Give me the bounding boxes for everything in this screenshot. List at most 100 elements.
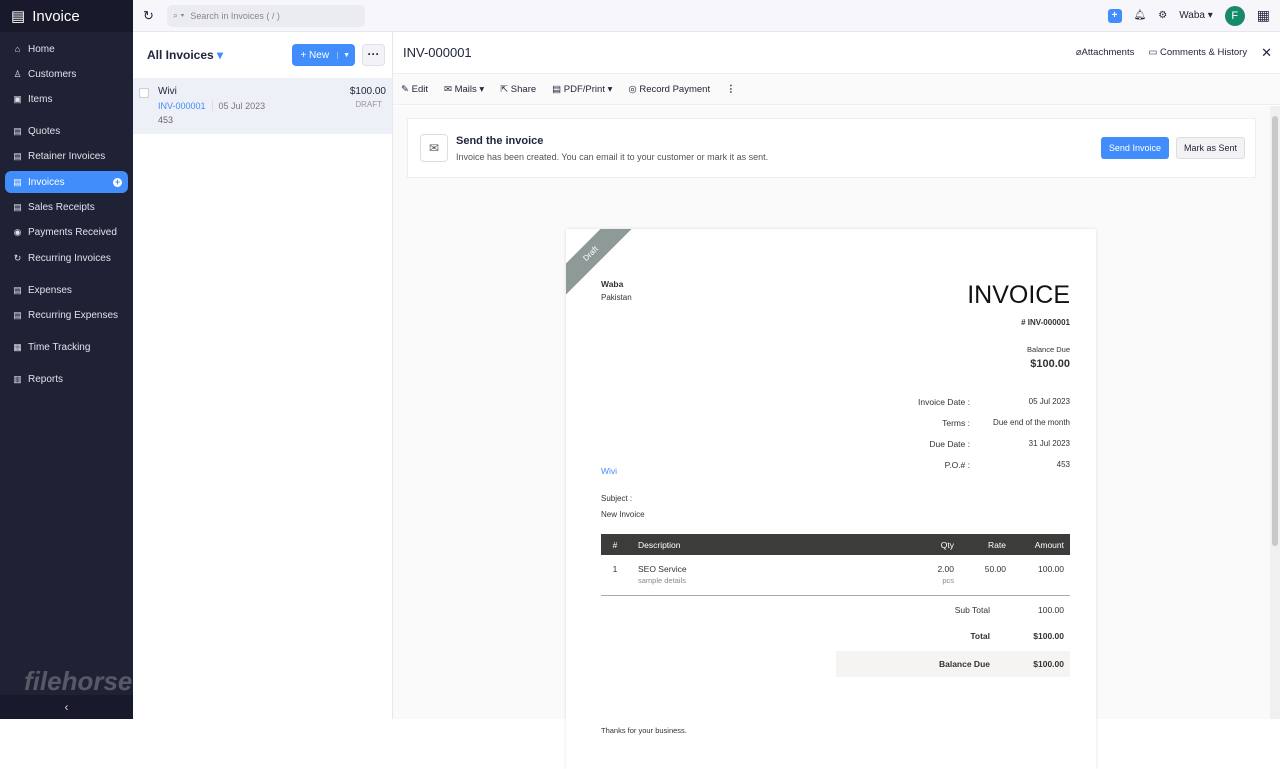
add-invoice-icon[interactable]: +: [113, 177, 122, 187]
sidebar-item-label: Quotes: [28, 126, 61, 138]
sidebar-item-invoices[interactable]: ▤ Invoices +: [5, 171, 128, 194]
quick-create-button[interactable]: +: [1107, 8, 1122, 23]
balance-due-label: Balance Due: [1027, 345, 1070, 354]
list-view-selector[interactable]: All Invoices ▾: [147, 48, 223, 62]
draft-ribbon: Draft: [566, 229, 638, 301]
nav-icon: ▦: [13, 341, 22, 352]
org-country: Pakistan: [601, 293, 632, 302]
sidebar: ▤ Invoice ⌂ Home ♙ Customers ▣ Items ▤ Quotes ▤ Re…: [0, 0, 193, 719]
comments-history-button[interactable]: ▭ Comments & History: [1148, 47, 1247, 58]
meta-value: 31 Jul 2023: [1028, 439, 1070, 448]
meta-label: Invoice Date :: [918, 397, 970, 407]
nav-icon: ▤: [13, 151, 22, 162]
meta-value: 05 Jul 2023: [1028, 397, 1070, 406]
subject-value: New Invoice: [601, 510, 645, 519]
app-brand[interactable]: ▤ Invoice: [0, 0, 133, 32]
mails-button[interactable]: ✉ Mails ▾: [444, 84, 484, 95]
sidebar-item-reports[interactable]: ▥ Reports: [5, 368, 128, 390]
share-button[interactable]: ⇱ Share: [500, 84, 536, 95]
sidebar-item-payments-received[interactable]: ◉ Payments Received: [5, 222, 128, 244]
more-vertical-icon[interactable]: ⋮: [726, 84, 736, 95]
apps-grid-icon[interactable]: ▦: [1257, 7, 1270, 24]
sidebar-item-items[interactable]: ▣ Items: [5, 89, 128, 111]
nav-icon: ▤: [13, 176, 22, 187]
send-invoice-button[interactable]: Send Invoice: [1100, 137, 1169, 159]
balance-due-amount: $100.00: [1030, 358, 1070, 370]
sidebar-item-label: Items: [28, 94, 53, 106]
meta-value: Due end of the month: [993, 418, 1070, 427]
sidebar-item-customers[interactable]: ♙ Customers: [5, 63, 128, 85]
sidebar-item-label: Payments Received: [28, 227, 117, 239]
banner-title: Send the invoice: [456, 134, 544, 147]
bill-to-customer[interactable]: Wivi: [601, 466, 617, 476]
more-options-button[interactable]: ···: [362, 44, 385, 66]
row-amount: $100.00: [349, 86, 386, 97]
invoice-number: # INV-000001: [1021, 318, 1070, 327]
org-switcher[interactable]: Waba ▾: [1179, 10, 1213, 21]
nav-icon: ◉: [13, 227, 22, 238]
sidebar-item-expenses[interactable]: ▤ Expenses: [5, 279, 128, 301]
subtotal-row: Sub Total 100.00: [954, 605, 1064, 615]
invoice-list-panel: All Invoices ▾ + New ▼ ··· Wivi $100.00 IN…: [133, 32, 393, 719]
invoice-document: Draft Waba Pakistan INVOICE # INV-000001…: [566, 229, 1096, 769]
app-title: Invoice: [32, 7, 80, 25]
bell-icon[interactable]: 🔔︎: [1134, 10, 1147, 21]
invoice-logo-icon: ▤: [11, 8, 26, 25]
row-date: 05 Jul 2023: [211, 101, 266, 111]
nav-icon: ↻: [13, 252, 22, 263]
balance-due-row: Balance Due $100.00: [836, 651, 1070, 677]
line-items-table: # Description Qty Rate Amount 1 SEO Service s…: [601, 534, 1070, 677]
toolbar: ✎ Edit ✉ Mails ▾ ⇱ Share ▤ PDF/Print ▾ ◎…: [393, 74, 1280, 105]
attachments-button[interactable]: ⌀Attachments: [1076, 47, 1135, 58]
invoice-detail: INV-000001 ⌀Attachments ▭ Comments & His…: [393, 32, 1280, 769]
comment-icon: ▭: [1148, 47, 1158, 58]
new-dropdown-icon[interactable]: ▼: [337, 51, 355, 59]
sidebar-item-time-tracking[interactable]: ▦ Time Tracking: [5, 336, 128, 358]
search-input[interactable]: ⌕ ▾ Search in Invoices ( / ): [167, 4, 365, 27]
gear-icon[interactable]: ⚙: [1158, 10, 1167, 21]
sidebar-item-label: Invoices: [28, 176, 65, 188]
record-payment-button[interactable]: ◎ Record Payment: [628, 84, 710, 95]
table-row[interactable]: Wivi $100.00 INV-000001 05 Jul 2023 DRAFT …: [133, 78, 392, 134]
sidebar-item-label: Home: [28, 43, 55, 55]
mark-as-sent-button[interactable]: Mark as Sent: [1175, 137, 1245, 159]
invoice-heading: INVOICE: [967, 281, 1070, 309]
search-placeholder: Search in Invoices ( / ): [190, 10, 280, 21]
sidebar-item-retainer-invoices[interactable]: ▤ Retainer Invoices: [5, 146, 128, 168]
edit-button[interactable]: ✎ Edit: [401, 84, 428, 95]
table-header: # Description Qty Rate Amount: [601, 534, 1070, 555]
sidebar-item-home[interactable]: ⌂ Home: [5, 38, 128, 60]
item-description: SEO Service: [638, 564, 687, 574]
sidebar-item-recurring-invoices[interactable]: ↻ Recurring Invoices: [5, 247, 128, 269]
meta-value: 453: [1056, 460, 1070, 469]
scrollbar[interactable]: [1270, 106, 1280, 719]
sidebar-item-quotes[interactable]: ▤ Quotes: [5, 121, 128, 143]
topbar: ↻ ⌕ ▾ Search in Invoices ( / ) + 🔔︎ ⚙ Wab…: [133, 0, 1280, 32]
row-number: INV-000001: [158, 101, 206, 111]
meta-label: Terms :: [942, 418, 970, 428]
close-icon[interactable]: ✕: [1261, 45, 1272, 61]
pdf-print-button[interactable]: ▤ PDF/Print ▾: [552, 84, 612, 95]
invoice-preview-area: ✉ Send the invoice Invoice has been creat…: [393, 106, 1270, 769]
nav-icon: ▥: [13, 373, 22, 384]
new-invoice-button[interactable]: + New ▼: [292, 44, 355, 66]
row-customer: Wivi: [158, 86, 177, 97]
collapse-sidebar-button[interactable]: ‹: [0, 695, 133, 719]
row-reference: 453: [158, 115, 174, 125]
envelope-icon: ✉: [420, 134, 448, 162]
recent-history-icon[interactable]: ↻: [143, 8, 154, 24]
status-badge: DRAFT: [355, 100, 382, 109]
sidebar-item-recurring-expenses[interactable]: ▤ Recurring Expenses: [5, 304, 128, 326]
nav-icon: ♙: [13, 68, 22, 79]
sidebar-item-sales-receipts[interactable]: ▤ Sales Receipts: [5, 196, 128, 218]
row-checkbox[interactable]: [139, 88, 149, 98]
sidebar-item-label: Reports: [28, 373, 64, 385]
sidebar-item-label: Recurring Expenses: [28, 309, 119, 321]
nav-icon: ▣: [13, 94, 22, 105]
sidebar-nav: ⌂ Home ♙ Customers ▣ Items ▤ Quotes ▤ Retainer In…: [0, 32, 133, 390]
page-title: INV-000001: [403, 45, 472, 60]
search-icon: ⌕ ▾: [173, 10, 185, 20]
meta-label: Due Date :: [929, 439, 970, 449]
meta-label: P.O.# :: [944, 460, 970, 470]
avatar[interactable]: F: [1224, 5, 1245, 26]
